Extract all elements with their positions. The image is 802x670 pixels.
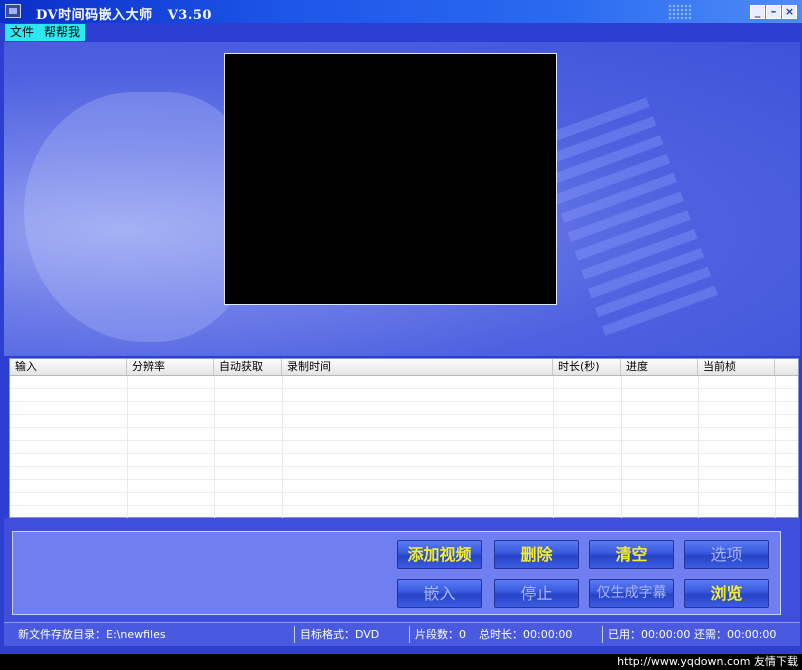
column-divider <box>127 376 128 519</box>
app-icon[interactable] <box>5 4 21 18</box>
title-bar[interactable]: DV时间码嵌入大师 V3.50 _ – × <box>0 0 802 23</box>
subtitle-only-button[interactable]: 仅生成字幕 <box>589 579 674 608</box>
table-header: 输入 分辨率 自动获取 录制时间 时长(秒) 进度 当前桢 <box>10 359 798 376</box>
menu-file[interactable]: 文件 <box>5 24 39 41</box>
file-list-table[interactable]: 输入 分辨率 自动获取 录制时间 时长(秒) 进度 当前桢 <box>9 358 799 519</box>
status-separator <box>602 626 603 643</box>
column-divider <box>214 376 215 519</box>
column-header-duration[interactable]: 时长(秒) <box>553 359 621 375</box>
video-preview <box>224 53 557 305</box>
status-target-format: 目标格式：DVD <box>300 628 380 641</box>
button-panel: 添加视频 删除 清空 选项 嵌入 停止 仅生成字幕 浏览 <box>12 531 781 615</box>
menu-bar: 文件 帮帮我 <box>5 24 86 41</box>
close-button[interactable]: × <box>782 5 797 19</box>
restore-button[interactable]: – <box>766 5 781 19</box>
watermark-text: http://www.yqdown.com 友情下载 <box>617 655 798 668</box>
app-window: DV时间码嵌入大师 V3.50 _ – × 文件 帮帮我 输入 分辨率 自动获取… <box>0 0 802 654</box>
status-total-duration: 总时长：00:00:00 <box>479 628 573 641</box>
column-divider <box>775 376 776 519</box>
column-divider <box>553 376 554 519</box>
embed-button[interactable]: 嵌入 <box>397 579 482 608</box>
controls-area: 添加视频 删除 清空 选项 嵌入 停止 仅生成字幕 浏览 <box>4 518 800 622</box>
column-header-record-time[interactable]: 录制时间 <box>282 359 553 375</box>
status-separator <box>409 626 410 643</box>
title-decoration <box>668 4 692 20</box>
column-divider <box>282 376 283 519</box>
status-time-remaining: 还需：00:00:00 <box>694 628 777 641</box>
minimize-button[interactable]: _ <box>750 5 765 19</box>
preview-area <box>4 42 800 356</box>
status-bar: 新文件存放目录：E:\newfiles 目标格式：DVD 片段数：0 总时长：0… <box>4 622 800 646</box>
column-header-auto-detect[interactable]: 自动获取 <box>214 359 282 375</box>
add-video-button[interactable]: 添加视频 <box>397 540 482 569</box>
status-segment-count: 片段数：0 <box>415 628 466 641</box>
options-button[interactable]: 选项 <box>684 540 769 569</box>
column-divider <box>698 376 699 519</box>
status-separator <box>294 626 295 643</box>
filmstrip-background-image <box>529 88 719 336</box>
browse-button[interactable]: 浏览 <box>684 579 769 608</box>
stop-button[interactable]: 停止 <box>494 579 579 608</box>
column-header-progress[interactable]: 进度 <box>621 359 698 375</box>
watermark-bar: http://www.yqdown.com 友情下载 <box>0 654 802 670</box>
camcorder-background-image <box>24 92 254 342</box>
column-divider <box>621 376 622 519</box>
column-header-current-frame[interactable]: 当前桢 <box>698 359 775 375</box>
table-body[interactable] <box>10 376 798 519</box>
column-header-resolution[interactable]: 分辨率 <box>127 359 214 375</box>
delete-button[interactable]: 删除 <box>494 540 579 569</box>
window-title: DV时间码嵌入大师 V3.50 <box>36 8 212 23</box>
column-header-input[interactable]: 输入 <box>10 359 127 375</box>
status-output-dir: 新文件存放目录：E:\newfiles <box>18 628 166 641</box>
menu-help[interactable]: 帮帮我 <box>39 24 85 41</box>
clear-button[interactable]: 清空 <box>589 540 674 569</box>
status-time-used: 已用：00:00:00 <box>608 628 691 641</box>
